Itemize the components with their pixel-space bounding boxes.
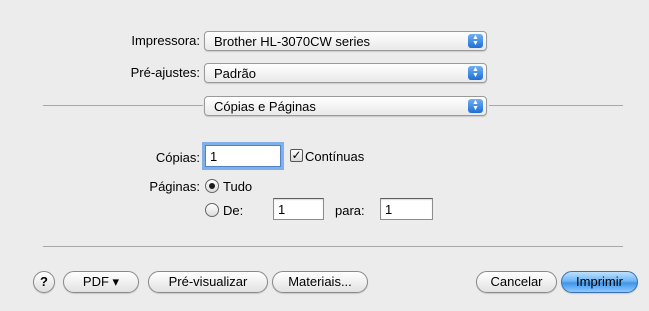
pages-from-value: 1 — [278, 202, 286, 217]
presets-value: Padrão — [214, 66, 256, 81]
help-button[interactable]: ? — [33, 271, 55, 293]
pages-to-label: para: — [335, 203, 365, 218]
pages-to-field[interactable]: 1 — [380, 198, 433, 220]
print-button[interactable]: Imprimir — [561, 271, 638, 293]
preview-button[interactable]: Pré-visualizar — [148, 271, 268, 293]
copies-value: 1 — [210, 149, 218, 164]
popup-arrows-icon: ▲ ▼ — [468, 66, 483, 80]
pages-all-radio[interactable] — [205, 179, 219, 193]
radio-selected-dot — [209, 183, 215, 189]
footer-separator — [43, 246, 623, 247]
popup-arrows-icon: ▲ ▼ — [468, 99, 483, 113]
section-value: Cópias e Páginas — [214, 99, 316, 114]
popup-arrows-icon: ▲ ▼ — [468, 34, 483, 48]
copies-field[interactable]: 1 — [205, 145, 281, 167]
pages-all-label[interactable]: Tudo — [223, 179, 252, 194]
pdf-menu-button[interactable]: PDF ▾ — [63, 271, 139, 293]
pages-from-field[interactable]: 1 — [273, 198, 324, 220]
pages-label: Páginas: — [149, 179, 200, 194]
printer-value: Brother HL-3070CW series — [214, 34, 371, 49]
printer-popup[interactable]: Brother HL-3070CW series ▲ ▼ — [204, 31, 487, 51]
section-separator-left — [43, 105, 203, 106]
pages-to-value: 1 — [385, 202, 393, 217]
collated-label[interactable]: Contínuas — [305, 149, 364, 164]
section-separator-right — [489, 105, 623, 106]
cancel-button[interactable]: Cancelar — [476, 271, 557, 293]
collated-checkbox[interactable]: ✓ — [290, 149, 303, 162]
pages-from-label[interactable]: De: — [223, 203, 243, 218]
copies-label: Cópias: — [155, 150, 200, 165]
supplies-button[interactable]: Materiais... — [272, 271, 368, 293]
presets-popup[interactable]: Padrão ▲ ▼ — [204, 63, 487, 83]
presets-label: Pré-ajustes: — [130, 65, 200, 80]
pages-range-radio[interactable] — [205, 203, 219, 217]
printer-label: Impressora: — [131, 33, 200, 48]
section-popup[interactable]: Cópias e Páginas ▲ ▼ — [204, 96, 487, 116]
